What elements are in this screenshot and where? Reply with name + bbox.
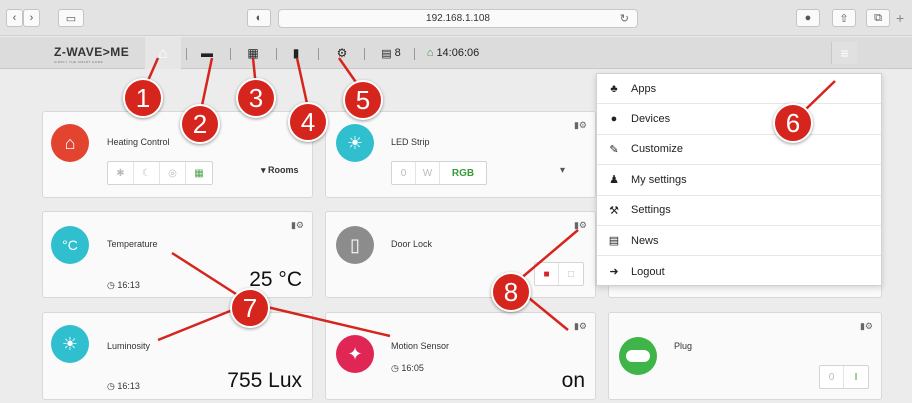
callout-8: 8 — [491, 272, 531, 312]
callout-line-4 — [295, 57, 310, 109]
callout-lines — [141, 57, 836, 342]
callout-6: 6 — [773, 103, 813, 143]
callout-line-7c — [249, 301, 391, 338]
callout-7: 7 — [230, 288, 270, 328]
callout-4: 4 — [288, 102, 328, 142]
callout-3: 3 — [236, 78, 276, 118]
callout-1: 1 — [123, 78, 163, 118]
callout-2: 2 — [180, 104, 220, 144]
callout-5: 5 — [343, 80, 383, 120]
callout-line-6 — [804, 80, 836, 111]
